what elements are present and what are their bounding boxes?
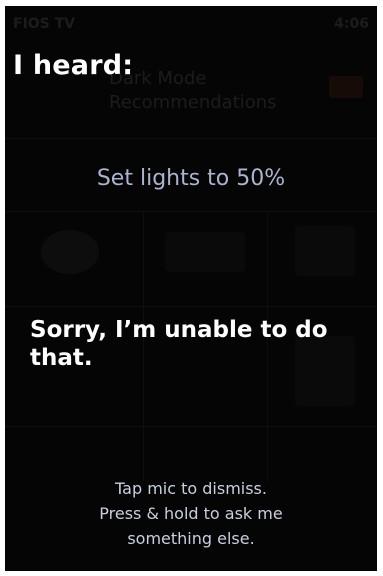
hint-line: Press & hold to ask me [99,504,283,523]
hint-line: Tap mic to dismiss. [115,479,267,498]
background-badge [329,76,363,98]
background-clock: 4:06 [334,16,369,32]
background-divider [5,138,377,139]
dismiss-hint: Tap mic to dismiss. Press & hold to ask … [5,476,377,551]
hint-line: something else. [127,529,255,548]
background-channel-logo [41,230,99,274]
recognized-speech-text: Set lights to 50% [96,166,286,191]
background-channel-tile [165,232,245,272]
voice-assistant-screen: FIOS TV 4:06 Dark Mode Recommendations I… [5,6,377,571]
background-channel-tile [295,226,355,276]
background-divider [5,211,377,212]
background-title-line-2: Recommendations [109,92,277,113]
assistant-response-text: Sorry, I’m unable to do that. [30,317,328,371]
background-divider [5,306,377,307]
background-divider [5,426,377,427]
heard-label: I heard: [13,50,134,81]
background-status-label: FIOS TV [13,16,76,32]
